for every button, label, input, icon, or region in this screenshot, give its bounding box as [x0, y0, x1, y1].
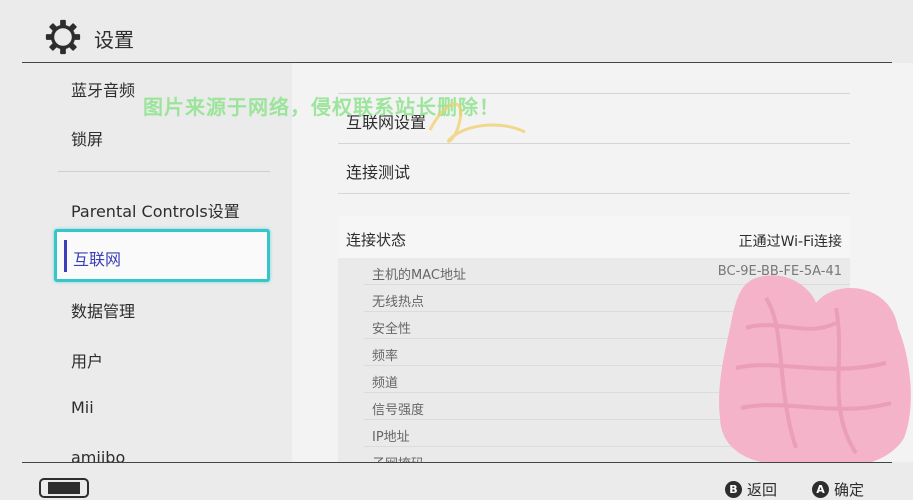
- sidebar-item-data-management[interactable]: 数据管理: [71, 298, 135, 322]
- a-button-icon: A: [812, 480, 829, 498]
- gear-icon: [45, 19, 81, 55]
- status-label: 安全性: [372, 322, 412, 337]
- sidebar: 蓝牙音频 锁屏 Parental Controls设置 互联网 数据管理 用户 …: [0, 63, 292, 462]
- selection-indicator: [64, 240, 67, 272]
- connection-status-label: 连接状态: [346, 231, 407, 249]
- ok-label: 确定: [834, 480, 865, 499]
- header: 设置: [0, 0, 913, 62]
- status-label: 主机的MAC地址: [372, 268, 466, 283]
- connection-test-label: 连接测试: [346, 163, 411, 182]
- connection-test-row[interactable]: 连接测试: [338, 143, 850, 193]
- page-title: 设置: [94, 28, 134, 52]
- footer: B 返回 A 确定: [0, 463, 913, 500]
- status-label: 频道: [372, 376, 399, 391]
- sidebar-item-amiibo[interactable]: amiibo: [71, 448, 125, 462]
- status-label: IP地址: [372, 430, 410, 445]
- sidebar-item-lock-screen[interactable]: 锁屏: [71, 126, 103, 150]
- scribble-overlay: [428, 102, 526, 143]
- sidebar-divider: [58, 171, 270, 172]
- sidebar-item-mii[interactable]: Mii: [71, 398, 94, 417]
- sidebar-item-users[interactable]: 用户: [71, 348, 103, 372]
- status-label: 无线热点: [372, 295, 425, 310]
- connection-status-value: 正通过Wi-Fi连接: [738, 234, 842, 250]
- sidebar-item-bluetooth-audio[interactable]: 蓝牙音频: [71, 77, 135, 101]
- back-label: 返回: [747, 480, 778, 499]
- row-divider: [338, 193, 850, 216]
- pink-sticker-overlay: [719, 275, 911, 468]
- sidebar-item-internet[interactable]: 互联网: [54, 229, 270, 282]
- back-button[interactable]: B 返回: [725, 479, 777, 499]
- b-button-icon: B: [725, 480, 742, 498]
- connection-status-row: 连接状态 正通过Wi-Fi连接: [338, 216, 850, 258]
- console-icon: [39, 478, 89, 498]
- sidebar-item-label: 互联网: [73, 250, 122, 269]
- status-label: 信号强度: [372, 403, 425, 418]
- status-label: 频率: [372, 349, 399, 364]
- sidebar-item-parental-controls[interactable]: Parental Controls设置: [71, 198, 240, 222]
- ok-button[interactable]: A 确定: [812, 479, 864, 499]
- status-label: 子网掩码: [372, 453, 424, 462]
